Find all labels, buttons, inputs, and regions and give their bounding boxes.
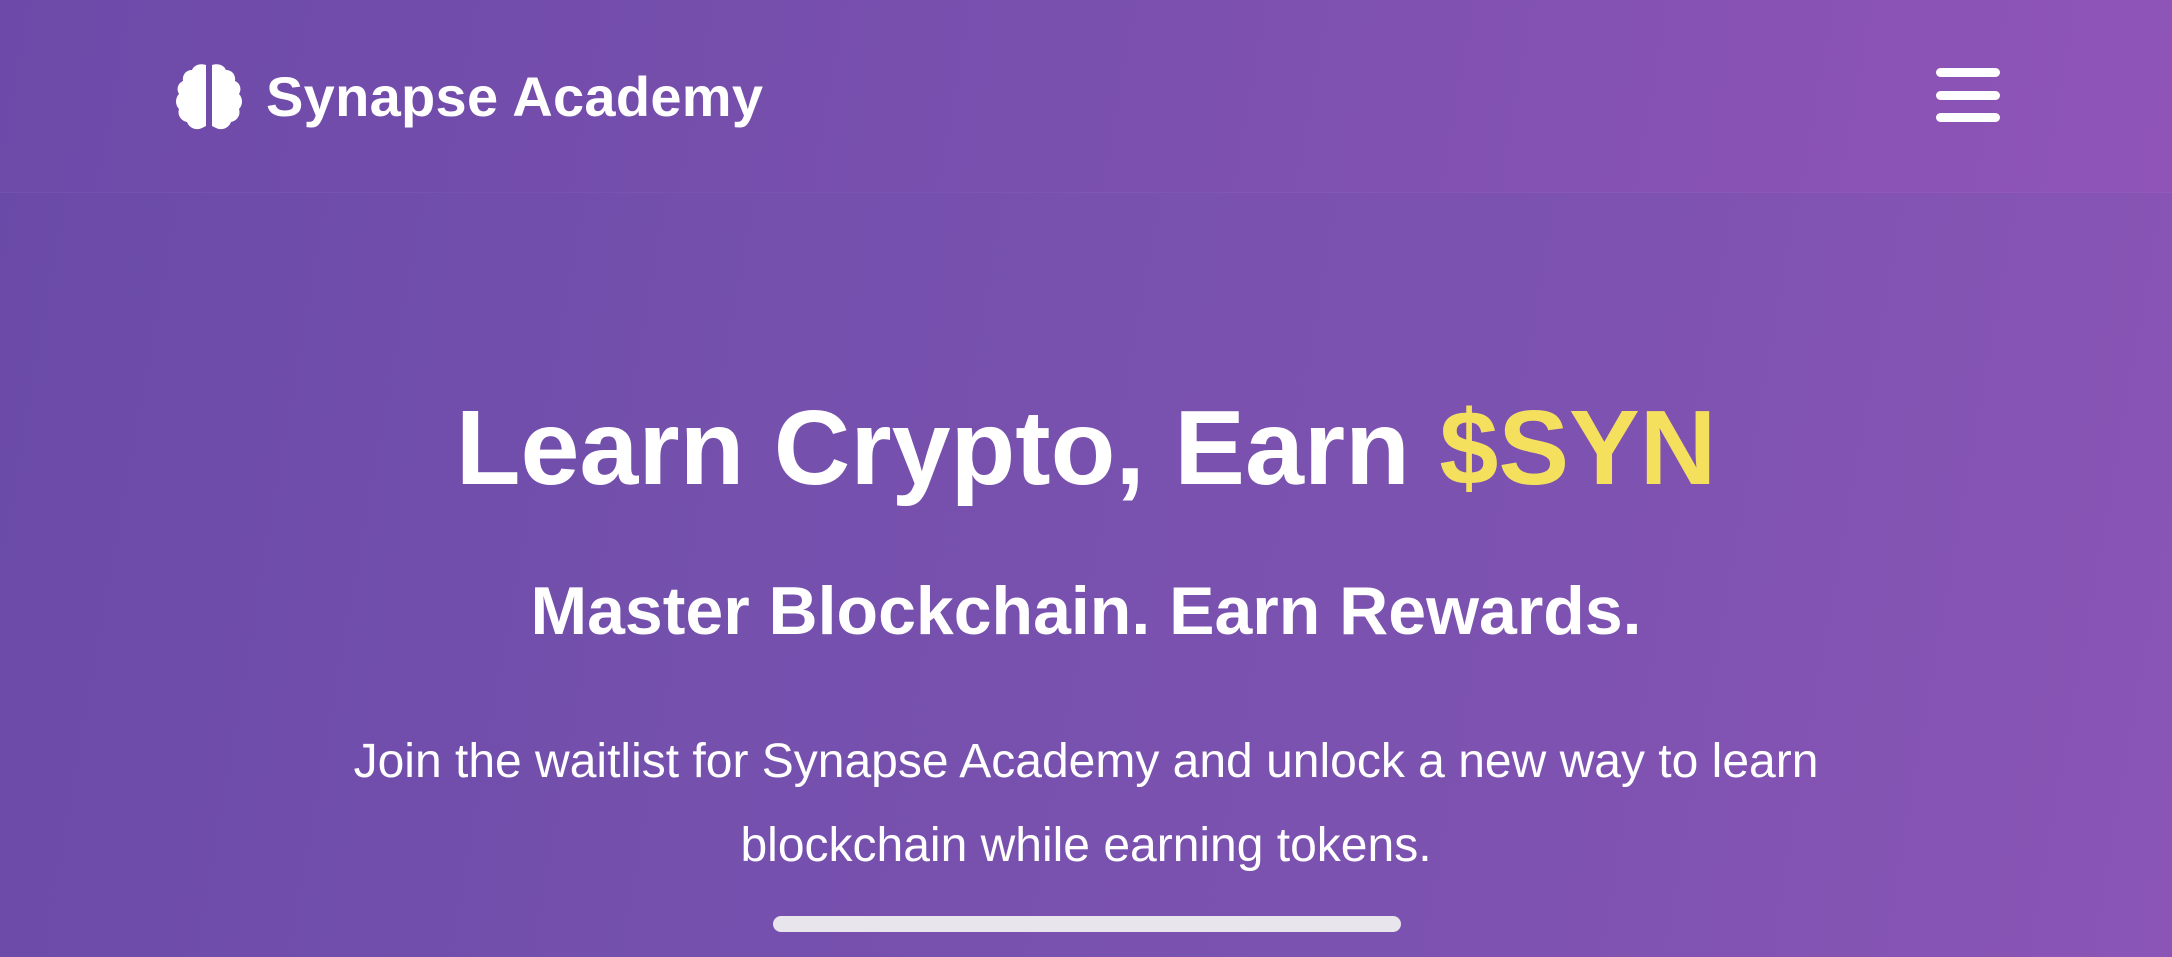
hero-title: Learn Crypto, Earn $SYN xyxy=(0,388,2172,508)
site-header: Synapse Academy xyxy=(0,0,2172,193)
menu-bar xyxy=(1936,90,2000,100)
brain-icon xyxy=(172,59,246,133)
brand-name: Synapse Academy xyxy=(266,64,764,128)
menu-bar xyxy=(1936,113,2000,122)
brand-logo-link[interactable]: Synapse Academy xyxy=(172,56,763,136)
hero-description: Join the waitlist for Synapse Academy an… xyxy=(353,735,1819,872)
hero-title-token: $SYN xyxy=(1439,389,1717,507)
hero-title-main: Learn Crypto, Earn xyxy=(455,389,1440,507)
hamburger-menu-icon[interactable] xyxy=(1930,62,2006,128)
menu-bar xyxy=(1936,68,2000,77)
home-indicator[interactable] xyxy=(773,916,1401,932)
hero-subtitle: Master Blockchain. Earn Rewards. xyxy=(530,573,1642,649)
